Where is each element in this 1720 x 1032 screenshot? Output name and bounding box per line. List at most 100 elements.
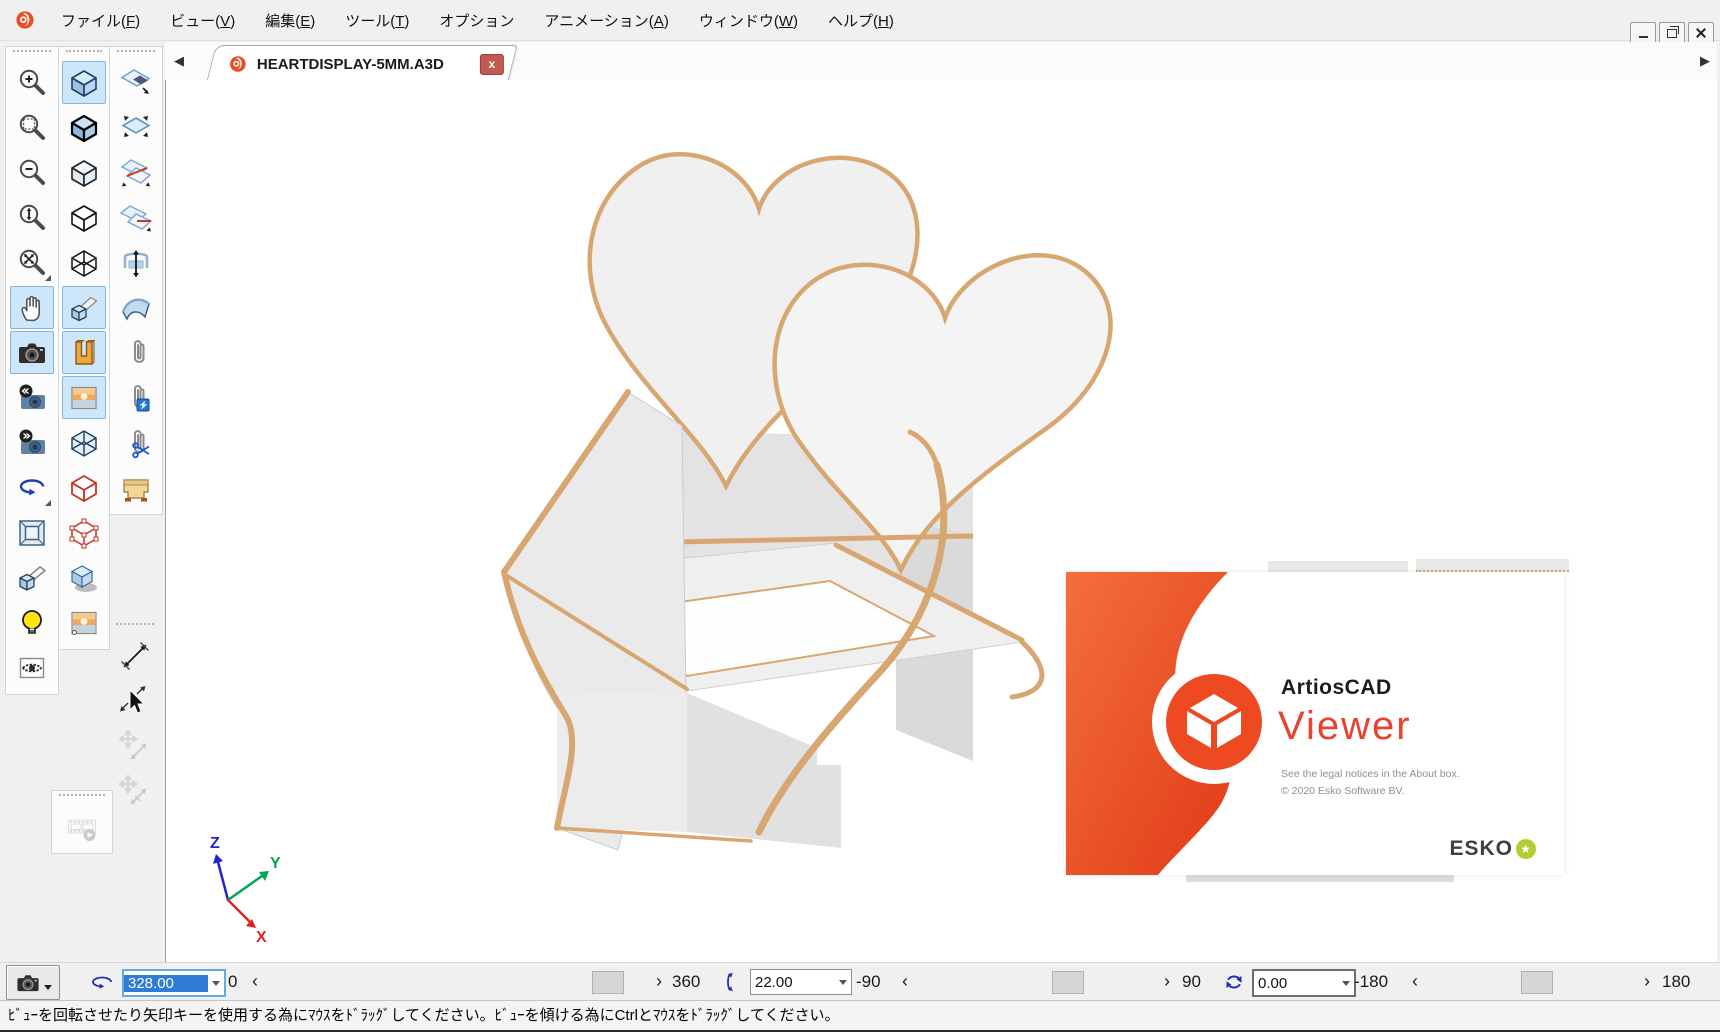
menu-bar: ファイル(F)ビュー(V)編集(E)ツール(T)オプションアニメーション(A)ウ… [0,0,1720,41]
horizontal-angle-slider[interactable] [272,969,654,995]
chevron-down-icon[interactable] [1338,971,1354,995]
fold-angle-button[interactable] [114,151,158,194]
bend-sheet-button[interactable] [114,286,158,329]
minimize-button[interactable] [1630,22,1656,44]
flyout-arrow-icon [45,275,51,281]
view-solid-edges-button[interactable] [62,106,106,149]
toolbar-grip[interactable] [116,623,154,632]
roll-increase-arrow[interactable]: › [1644,963,1650,1001]
lighting-button[interactable] [10,601,54,644]
eraser-button[interactable] [10,556,54,599]
next-view-button[interactable] [10,421,54,464]
extrude-cube-icon [68,292,100,324]
background-graphics-button[interactable] [62,601,106,644]
restore-button[interactable] [1659,22,1685,44]
light-icon [16,607,48,639]
horizontal-angle-input[interactable]: 328.00 [122,969,226,997]
menu-a[interactable]: アニメーション(A) [529,10,683,31]
roll-angle-input[interactable]: 0.00 [1252,969,1356,997]
move-gray-t-icon [119,775,151,807]
roll-slider-thumb[interactable] [1521,971,1553,994]
toolbar-animation [51,790,113,854]
visibility-button[interactable] [10,646,54,689]
view-wireframe-button[interactable] [62,241,106,284]
view-flat-button[interactable] [62,151,106,194]
horizontal-slider-thumb[interactable] [592,971,624,994]
corrugation-button[interactable] [62,331,106,374]
select-plane-button[interactable] [114,61,158,104]
roll-decrease-arrow[interactable]: ‹ [1412,963,1418,1001]
view-solid-button[interactable] [62,61,106,104]
bend-sheet-icon [120,292,152,324]
view-outline-red-button[interactable] [62,466,106,509]
fold-line-button[interactable] [114,196,158,239]
artioscad-logo-icon [228,54,248,74]
toolbar-grip[interactable] [117,50,155,59]
vertical-decrease-arrow[interactable]: ‹ [902,963,908,1001]
tab-scroll-left-button[interactable]: ◀ [169,50,189,72]
horizontal-increase-arrow[interactable]: › [656,963,662,1001]
menu-item[interactable]: オプション [424,10,529,31]
roll-angle-slider[interactable] [1432,969,1640,995]
zoom-in-icon [16,67,48,99]
zoom-in-button[interactable] [10,61,54,104]
zoom-window-button[interactable] [10,106,54,149]
graphics-button[interactable] [62,376,106,419]
resize-plane-button[interactable] [114,106,158,149]
board-thickness-button[interactable] [62,286,106,329]
vertical-slider-thumb[interactable] [1052,971,1084,994]
view-transparent-button[interactable] [62,421,106,464]
3d-viewport[interactable]: Z Y X ArtiosCAD Viewer See the legal not… [165,80,1717,963]
vertical-angle-slider[interactable] [922,969,1162,995]
view-wire-red-button[interactable] [62,511,106,554]
red-wire-cube-icon [68,517,100,549]
toolbar-navigation [5,46,59,695]
vertical-increase-arrow[interactable]: › [1164,963,1170,1001]
zoom-height-button[interactable] [10,196,54,239]
rotate-view-button[interactable] [10,466,54,509]
detach-button[interactable] [114,421,158,464]
move-part-button[interactable] [113,724,157,767]
select-move-button[interactable] [113,679,157,722]
menu-h[interactable]: ヘルプ(H) [813,10,909,31]
tab-scroll-right-button[interactable]: ▶ [1695,50,1715,72]
toolbar-grip[interactable] [13,50,51,59]
menu-f[interactable]: ファイル(F) [46,10,155,31]
tab-close-button[interactable]: x [480,54,504,75]
move-part-axis-button[interactable] [113,769,157,812]
zoom-out-button[interactable] [10,151,54,194]
bevel-view-button[interactable] [10,511,54,554]
attach-quick-button[interactable] [114,376,158,419]
window-controls [1630,22,1714,44]
workspace-button[interactable] [114,466,158,509]
pan-button[interactable] [10,286,54,329]
toolbar-grip[interactable] [66,50,102,59]
close-button[interactable] [1688,22,1714,44]
menu-v[interactable]: ビュー(V) [155,10,250,31]
splash-legal-line2: © 2020 Esko Software BV. [1281,785,1405,797]
attach-button[interactable] [114,331,158,374]
view-shadow-button[interactable] [62,556,106,599]
vertical-angle-input[interactable]: 22.00 [750,969,852,995]
rotate-vertical-icon [720,970,744,994]
menu-t[interactable]: ツール(T) [330,10,424,31]
toolbar-grip[interactable] [59,794,105,803]
horizontal-decrease-arrow[interactable]: ‹ [252,963,258,1001]
play-animation-button[interactable] [60,805,104,848]
solid-cube-icon [68,67,100,99]
rotation-control-bar: 328.000‹›36022.00-90‹›900.00-180‹›180 [0,962,1720,1001]
chevron-down-icon[interactable] [208,971,224,995]
measure-diagonal-button[interactable] [113,634,157,677]
view-presets-button[interactable] [6,965,60,1000]
menu-w[interactable]: ウィンドウ(W) [684,10,813,31]
snapshot-button[interactable] [10,331,54,374]
pull-height-button[interactable] [114,241,158,284]
snapshot-icon [16,337,48,369]
chevron-down-icon[interactable] [835,970,851,994]
document-tab[interactable]: HEARTDISPLAY-5MM.A3D x [206,45,517,82]
view-hidden-line-button[interactable] [62,196,106,239]
zoom-extents-button[interactable] [10,241,54,284]
previous-view-button[interactable] [10,376,54,419]
camera-prev-icon [16,382,48,414]
menu-e[interactable]: 編集(E) [250,10,330,31]
